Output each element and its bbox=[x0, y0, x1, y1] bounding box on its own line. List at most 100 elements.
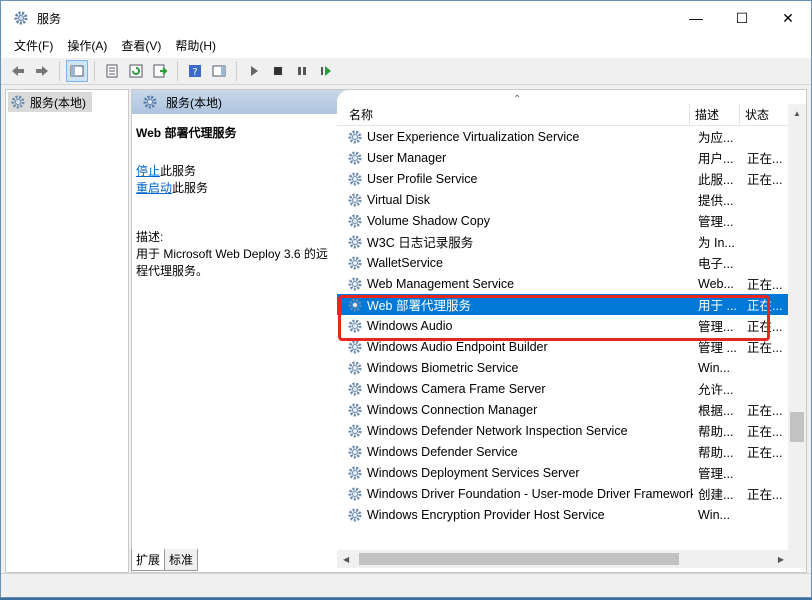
service-row[interactable]: Web 部署代理服务 用于 ... 正在... bbox=[337, 294, 788, 315]
restart-link[interactable]: 重启动 bbox=[136, 181, 172, 195]
service-gear-icon bbox=[347, 192, 363, 208]
gear-icon bbox=[11, 95, 25, 109]
service-name: Windows Defender Network Inspection Serv… bbox=[367, 423, 628, 438]
service-row[interactable]: Windows Camera Frame Server 允许... bbox=[337, 378, 788, 399]
svg-text:?: ? bbox=[192, 67, 197, 78]
menu-action[interactable]: 操作(A) bbox=[60, 35, 114, 57]
sort-arrow-icon: ⌃ bbox=[513, 94, 522, 105]
service-gear-icon bbox=[347, 423, 363, 439]
close-button[interactable]: ✕ bbox=[765, 1, 811, 35]
scroll-left-icon[interactable]: ◀ bbox=[343, 555, 349, 564]
service-status: 正在... bbox=[747, 173, 783, 187]
service-gear-icon bbox=[347, 402, 363, 418]
service-row[interactable]: Windows Biometric Service Win... bbox=[337, 357, 788, 378]
service-row[interactable]: Web Management Service Web... 正在... bbox=[337, 273, 788, 294]
title-bar: 服务 — ☐ ✕ bbox=[1, 1, 811, 35]
help-icon[interactable]: ? bbox=[184, 60, 206, 82]
stop-link[interactable]: 停止 bbox=[136, 164, 160, 178]
service-description: Win... bbox=[698, 507, 730, 522]
stop-icon[interactable] bbox=[267, 60, 289, 82]
column-header-status[interactable]: 状态 bbox=[745, 106, 769, 123]
tab-standard[interactable]: 标准 bbox=[164, 549, 199, 571]
service-row[interactable]: Windows Defender Service 帮助... 正在... bbox=[337, 441, 788, 462]
service-status: 正在... bbox=[747, 320, 783, 334]
service-row[interactable]: Windows Connection Manager 根据... 正在... bbox=[337, 399, 788, 420]
main-panel: 服务(本地) Web 部署代理服务 停止此服务 重启动此服务 描述: 用于 Mi… bbox=[131, 89, 807, 573]
service-row[interactable]: Windows Driver Foundation - User-mode Dr… bbox=[337, 483, 788, 504]
minimize-button[interactable]: — bbox=[673, 1, 719, 35]
service-row[interactable]: Windows Defender Network Inspection Serv… bbox=[337, 420, 788, 441]
service-gear-icon bbox=[347, 444, 363, 460]
export-icon[interactable] bbox=[149, 60, 171, 82]
refresh-icon[interactable] bbox=[125, 60, 147, 82]
service-row[interactable]: User Profile Service 此服... 正在... bbox=[337, 168, 788, 189]
service-row[interactable]: User Manager 用户... 正在... bbox=[337, 147, 788, 168]
service-gear-icon bbox=[347, 129, 363, 145]
console-tree-icon[interactable] bbox=[66, 60, 88, 82]
service-description: 为应... bbox=[698, 131, 734, 145]
scroll-up-icon[interactable]: ▲ bbox=[788, 104, 806, 122]
description-label: 描述: bbox=[136, 230, 164, 244]
service-row[interactable]: Volume Shadow Copy 管理... bbox=[337, 210, 788, 231]
vertical-scrollbar[interactable]: ▲ bbox=[788, 104, 806, 550]
toolbar-separator bbox=[236, 61, 237, 81]
service-gear-icon bbox=[347, 297, 363, 313]
show-hide-icon[interactable] bbox=[208, 60, 230, 82]
description-text: 用于 Microsoft Web Deploy 3.6 的远程代理服务。 bbox=[136, 247, 328, 278]
service-name: Windows Biometric Service bbox=[367, 360, 519, 375]
services-list: ⌃ 名称 描述 状态 User Experience Virtualizatio… bbox=[337, 90, 806, 550]
service-name: Windows Driver Foundation - User-mode Dr… bbox=[367, 486, 693, 501]
service-row[interactable]: Windows Encryption Provider Host Service… bbox=[337, 504, 788, 525]
service-description: 管理 ... bbox=[698, 341, 737, 355]
service-row[interactable]: Virtual Disk 提供... bbox=[337, 189, 788, 210]
maximize-button[interactable]: ☐ bbox=[719, 1, 765, 35]
column-header-description[interactable]: 描述 bbox=[695, 106, 719, 123]
description-panel: Web 部署代理服务 停止此服务 重启动此服务 描述: 用于 Microsoft… bbox=[136, 124, 336, 280]
service-description: 管理... bbox=[698, 320, 734, 334]
start-icon[interactable] bbox=[243, 60, 265, 82]
tab-extended[interactable]: 扩展 bbox=[131, 549, 166, 571]
scroll-right-icon[interactable]: ▶ bbox=[778, 555, 784, 564]
list-header: ⌃ 名称 描述 状态 bbox=[337, 94, 806, 126]
gear-icon bbox=[143, 95, 157, 109]
service-description: 用户... bbox=[698, 152, 734, 166]
service-row[interactable]: Windows Audio 管理... 正在... bbox=[337, 315, 788, 336]
tree-item-services-local[interactable]: 服务(本地) bbox=[8, 92, 92, 112]
service-description: 为 In... bbox=[698, 236, 735, 250]
service-name: Windows Audio bbox=[367, 318, 453, 333]
service-row[interactable]: WalletService 电子... bbox=[337, 252, 788, 273]
scrollbar-thumb[interactable] bbox=[790, 412, 804, 442]
service-gear-icon bbox=[347, 465, 363, 481]
service-description: 根据... bbox=[698, 404, 734, 418]
back-icon[interactable] bbox=[7, 60, 29, 82]
service-row[interactable]: Windows Deployment Services Server 管理... bbox=[337, 462, 788, 483]
toolbar-separator bbox=[94, 61, 95, 81]
menu-view[interactable]: 查看(V) bbox=[114, 35, 168, 57]
restart-suffix: 此服务 bbox=[172, 181, 209, 195]
properties-icon[interactable] bbox=[101, 60, 123, 82]
pause-icon[interactable] bbox=[291, 60, 313, 82]
restart-icon[interactable] bbox=[315, 60, 337, 82]
service-row[interactable]: Windows Audio Endpoint Builder 管理 ... 正在..… bbox=[337, 336, 788, 357]
service-description: 管理... bbox=[698, 215, 734, 229]
service-status: 正在... bbox=[747, 299, 783, 313]
column-divider[interactable] bbox=[689, 104, 690, 126]
service-gear-icon bbox=[347, 150, 363, 166]
service-name: WalletService bbox=[367, 255, 443, 270]
service-name: Web Management Service bbox=[367, 276, 515, 291]
service-description: 此服... bbox=[698, 173, 734, 187]
service-row[interactable]: User Experience Virtualization Service 为应… bbox=[337, 126, 788, 147]
service-name: Windows Defender Service bbox=[367, 444, 518, 459]
column-divider[interactable] bbox=[739, 104, 740, 126]
column-header-name[interactable]: 名称 bbox=[349, 106, 373, 123]
horizontal-scrollbar[interactable]: ◀ ▶ bbox=[337, 550, 806, 568]
service-description: 电子... bbox=[698, 257, 734, 271]
service-row[interactable]: W3C 日志记录服务 为 In... bbox=[337, 231, 788, 252]
stop-suffix: 此服务 bbox=[160, 164, 197, 178]
forward-icon[interactable] bbox=[31, 60, 53, 82]
service-description: 帮助... bbox=[698, 446, 734, 460]
service-description: 创建... bbox=[698, 488, 734, 502]
menu-file[interactable]: 文件(F) bbox=[7, 35, 60, 57]
scrollbar-thumb[interactable] bbox=[359, 553, 679, 565]
menu-help[interactable]: 帮助(H) bbox=[168, 35, 223, 57]
